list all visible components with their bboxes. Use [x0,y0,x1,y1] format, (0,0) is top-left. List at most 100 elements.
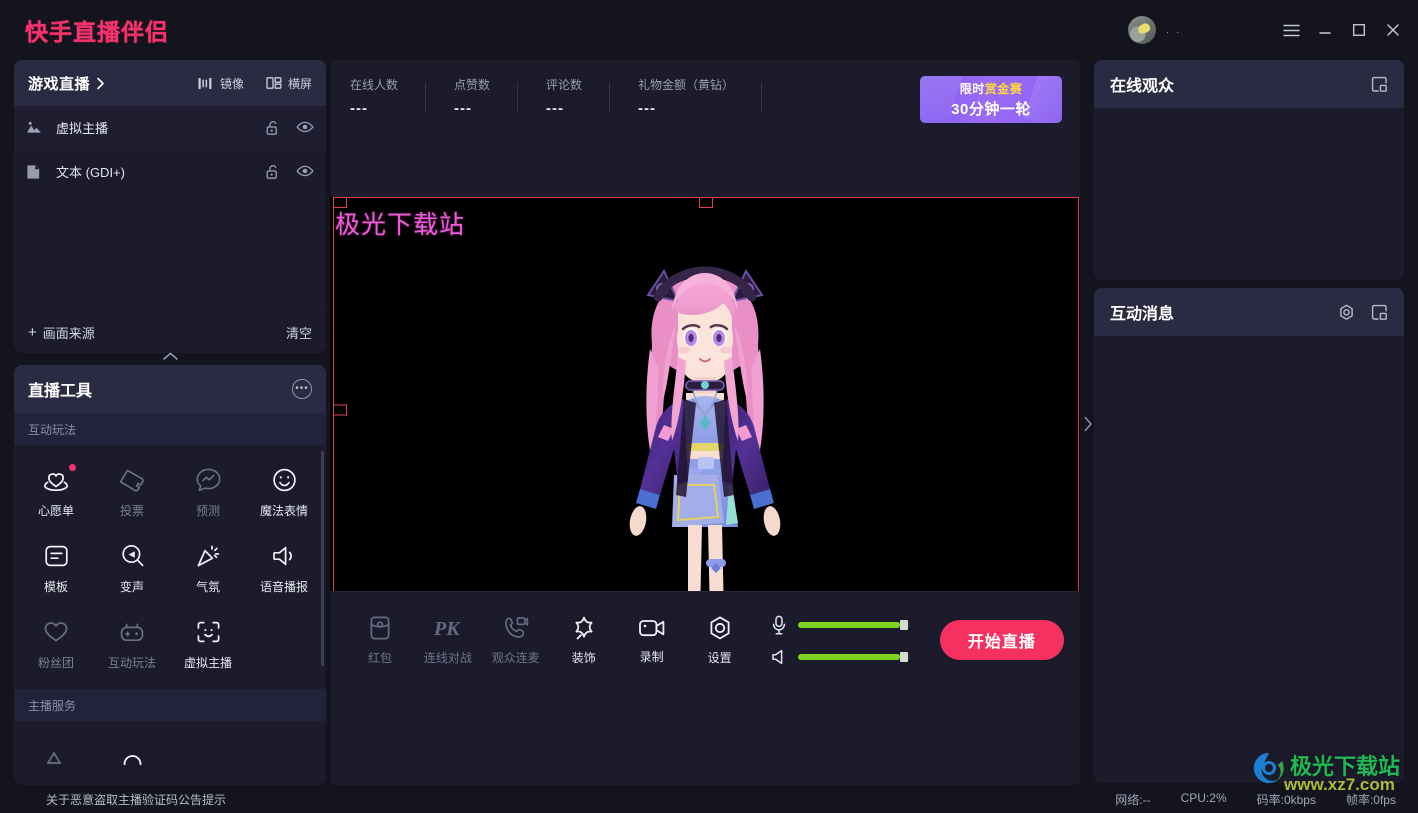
tools-scrollbar[interactable] [321,451,324,666]
tool-atmosphere[interactable]: 气氛 [170,533,246,609]
expand-right-panel-chevron-right-icon[interactable] [1080,410,1096,438]
toolbar-decoration[interactable]: 装饰 [550,615,618,666]
stat-label: 礼物金额（黄钻） [638,77,735,92]
speaker-volume-knob[interactable] [899,652,908,662]
tool-service-partial-1[interactable] [18,729,94,779]
tool-prediction[interactable]: 预测 [170,457,246,533]
tool-template[interactable]: 模板 [18,533,94,609]
speaker-volume-slider[interactable] [797,652,910,662]
toolbar-red-packet[interactable]: 红包 [346,615,414,666]
source-row-tools [265,164,314,180]
live-tools-card: 直播工具 ••• 互动玩法 心愿单 投票 预测 魔法表情 模板 变声 气氛 语音… [14,365,326,785]
maximize-icon[interactable] [1342,0,1376,60]
promo-banner[interactable]: 限时赏金赛 30分钟一轮 [920,76,1062,123]
template-icon [43,543,70,569]
stats-bar: 在线人数 --- 点赞数 --- 评论数 --- 礼物金额（黄钻） --- 限时… [330,60,1080,132]
stat-value: --- [454,99,473,117]
mirror-button[interactable]: 镜像 [198,75,244,92]
panel-title: 互动消息 [1110,306,1175,323]
resize-handle-left[interactable] [333,404,347,415]
stat-value: --- [546,99,565,117]
center-panel: 在线人数 --- 点赞数 --- 评论数 --- 礼物金额（黄钻） --- 限时… [330,60,1080,785]
landscape-button[interactable]: 横屏 [266,75,312,92]
microphone-icon[interactable] [770,615,788,635]
settings-gear-icon [707,615,733,641]
landscape-label: 横屏 [287,76,312,91]
scene-header[interactable]: 游戏直播 镜像 横屏 [14,60,326,106]
source-row-text-gdi[interactable]: 文本 (GDI+) [14,150,326,194]
unlock-icon[interactable] [265,164,280,180]
tool-interactive-game[interactable]: 互动玩法 [94,609,170,685]
interactive-messages-list[interactable] [1094,336,1404,783]
tool-wishlist[interactable]: 心愿单 [18,457,94,533]
eye-visible-icon[interactable] [296,120,314,136]
fan-club-heart-icon [42,619,70,645]
sources-footer: + 画面来源 清空 [14,311,326,353]
unlock-icon[interactable] [265,120,280,136]
minimize-icon[interactable] [1308,0,1342,60]
tool-label: 投票 [119,504,144,518]
promo-line-2: 30分钟一轮 [951,101,1031,118]
stat-likes: 点赞数 --- [454,76,519,117]
pk-battle-icon: PK [433,615,463,641]
preview-canvas[interactable]: 极光下载站 [330,197,1080,622]
stat-label: 评论数 [546,77,583,92]
plus-icon: + [28,324,37,341]
source-row-virtual-host[interactable]: 虚拟主播 [14,106,326,150]
toolbar-pk-battle[interactable]: PK 连线对战 [414,615,482,666]
tool-magic-emoji[interactable]: 魔法表情 [246,457,322,533]
more-dots-icon[interactable]: ••• [292,379,312,399]
chevron-up-icon[interactable] [152,351,188,365]
resize-handle-top[interactable] [699,197,713,208]
toolbar-audience-call[interactable]: 观众连麦 [482,615,550,666]
app-window: 快手直播伴侣 . . 游戏直播 镜像 横屏 虚拟主播 文本 (GDI+) + 画… [0,0,1418,813]
stat-label: 点赞数 [454,77,491,92]
interactive-messages-panel: 互动消息 [1094,288,1404,783]
status-cpu: CPU:2% [1180,790,1227,805]
tool-voice-changer[interactable]: 变声 [94,533,170,609]
clear-sources-button[interactable]: 清空 [286,323,312,342]
tool-group-label-interactive: 互动玩法 [14,413,326,445]
toolbar-label: 装饰 [571,650,596,665]
settings-gear-icon[interactable] [1338,304,1355,321]
eye-visible-icon[interactable] [296,164,314,180]
start-live-button[interactable]: 开始直播 [939,620,1065,660]
voice-changer-icon [119,543,146,569]
panel-actions [1371,76,1388,93]
tool-vote[interactable]: 投票 [94,457,170,533]
toolbar-settings[interactable]: 设置 [686,615,754,666]
speaker-icon[interactable] [770,649,788,665]
magic-emoji-icon [271,467,298,493]
resize-handle-top-left[interactable] [333,197,347,208]
selection-box [333,197,1079,622]
toolbar-label: 录制 [639,649,664,664]
mic-volume-slider[interactable] [797,620,910,630]
close-icon[interactable] [1376,0,1410,60]
online-viewers-list[interactable] [1094,108,1404,280]
promo-highlight: 赏金赛 [984,82,1023,96]
tool-service-partial-2[interactable] [94,729,170,779]
tool-label: 语音播报 [259,580,308,594]
stat-gift-amount: 礼物金额（黄钻） --- [638,76,763,117]
status-fps: 帧率:0fps [1345,792,1396,807]
tool-virtual-host[interactable]: 虚拟主播 [170,609,246,685]
tool-fan-club[interactable]: 粉丝团 [18,609,94,685]
add-source-button[interactable]: + 画面来源 [28,323,95,342]
promo-prefix: 限时 [959,82,985,96]
status-bar: 关于恶意盗取主播验证码公告提示 网络:-- CPU:2% 码率:0kbps 帧率… [0,785,1418,813]
tool-label: 魔法表情 [259,504,308,518]
tool-voice-announce[interactable]: 语音播报 [246,533,322,609]
status-network: 网络:-- [1115,792,1151,807]
toolbar-record[interactable]: 录制 [618,616,686,665]
popout-window-icon[interactable] [1371,76,1388,93]
scene-sources-card: 游戏直播 镜像 横屏 虚拟主播 文本 (GDI+) + 画面来源 清空 [14,60,326,353]
status-notice[interactable]: 关于恶意盗取主播验证码公告提示 [46,791,226,808]
hamburger-menu-icon[interactable] [1274,0,1308,60]
avatar[interactable] [1128,16,1156,44]
toolbar-label: 连线对战 [423,650,472,665]
popout-window-icon[interactable] [1371,304,1388,321]
stat-online-viewers: 在线人数 --- [350,76,427,117]
mic-volume-knob[interactable] [899,620,908,630]
chevron-right-icon [96,77,105,90]
face-scan-icon [195,619,222,645]
